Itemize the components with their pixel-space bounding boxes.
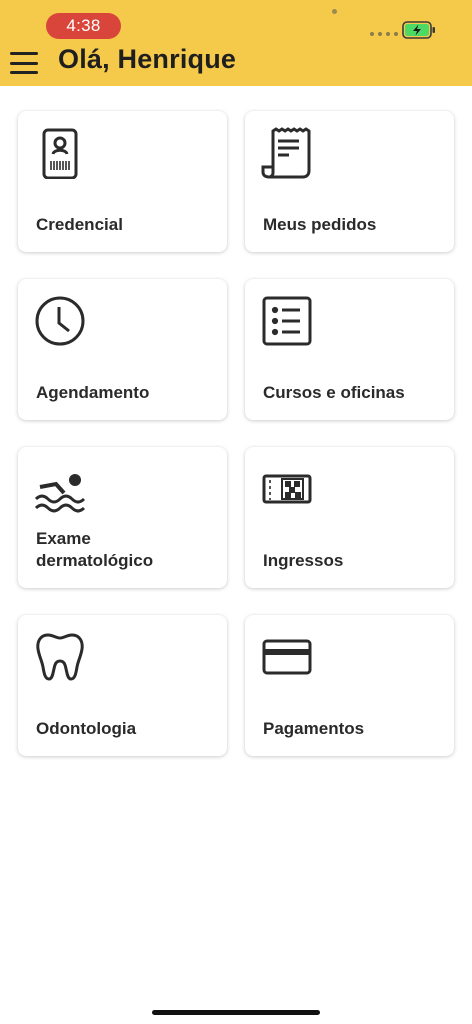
card-exame-dermatologico[interactable]: Exame dermatológico [18, 447, 227, 588]
hamburger-menu-icon[interactable] [10, 52, 40, 74]
card-label: Pagamentos [263, 719, 365, 738]
card-agendamento[interactable]: Agendamento [18, 279, 227, 420]
status-time: 4:38 [46, 13, 121, 39]
ticket-icon [261, 463, 313, 515]
list-icon [261, 295, 313, 347]
card-credencial[interactable]: Credencial [18, 111, 227, 252]
tooth-icon [34, 631, 86, 683]
app-header: 4:38 Olá, Henrique [0, 0, 472, 86]
credit-card-icon [261, 631, 313, 683]
card-label: Odontologia [36, 719, 137, 738]
card-label: Credencial [36, 215, 123, 234]
page-title: Olá, Henrique [58, 44, 237, 74]
card-label: Ingressos [263, 551, 344, 570]
swimmer-icon [34, 463, 86, 515]
card-ingressos[interactable]: Ingressos [245, 447, 454, 588]
receipt-icon [261, 127, 313, 179]
card-meus-pedidos[interactable]: Meus pedidos [245, 111, 454, 252]
signal-icon [370, 32, 398, 36]
badge-icon [34, 127, 86, 179]
card-label: Cursos e oficinas [263, 383, 405, 402]
home-indicator[interactable] [152, 1010, 320, 1015]
card-pagamentos[interactable]: Pagamentos [245, 615, 454, 756]
card-label: Agendamento [36, 383, 150, 402]
card-cursos-e-oficinas[interactable]: Cursos e oficinas [245, 279, 454, 420]
card-label: Meus pedidos [263, 215, 377, 234]
card-label: Exame dermatológico [36, 529, 154, 570]
clock-icon [34, 295, 86, 347]
battery-charging-icon [402, 21, 436, 39]
card-odontologia[interactable]: Odontologia [18, 615, 227, 756]
services-grid: Credencial Meus pedidos Agendamento Curs… [18, 111, 454, 756]
camera-dot [332, 9, 337, 14]
